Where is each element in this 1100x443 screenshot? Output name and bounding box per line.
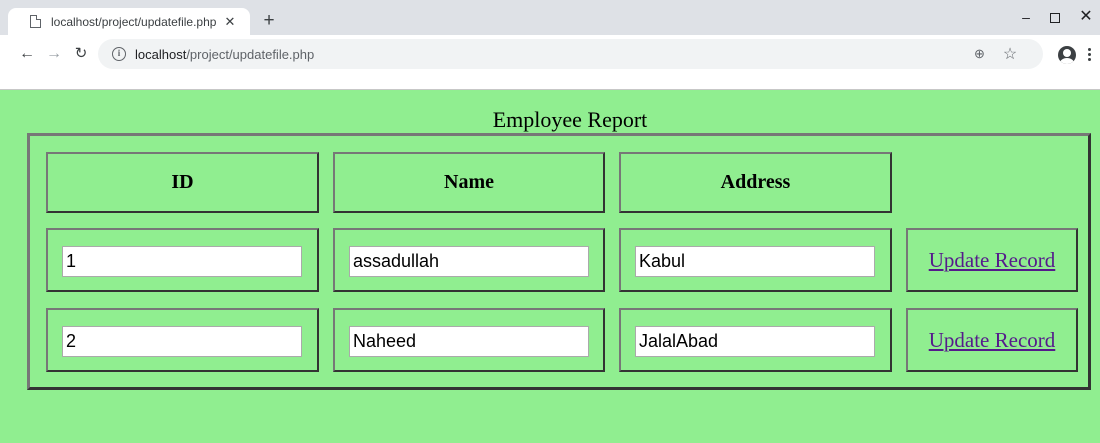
id-input[interactable] xyxy=(62,246,302,277)
employee-table: ID Name Address Update Record Update Rec… xyxy=(27,133,1091,390)
maximize-icon xyxy=(1050,13,1060,24)
table-cell xyxy=(619,308,892,372)
reload-icon[interactable]: ↻ xyxy=(70,43,92,65)
name-input[interactable] xyxy=(349,326,589,357)
table-cell xyxy=(46,308,319,372)
window-close-button[interactable]: ✕ xyxy=(1074,6,1098,28)
address-input[interactable] xyxy=(635,326,875,357)
name-input[interactable] xyxy=(349,246,589,277)
table-cell xyxy=(333,228,605,292)
update-record-link[interactable]: Update Record xyxy=(929,328,1056,353)
url-path: /project/updatefile.php xyxy=(186,46,315,62)
table-cell xyxy=(46,228,319,292)
header-address: Address xyxy=(619,152,892,213)
url-host: localhost xyxy=(135,46,187,62)
header-id: ID xyxy=(46,152,319,213)
tab-title: localhost/project/updatefile.php xyxy=(51,14,217,29)
maximize-button[interactable] xyxy=(1043,6,1067,28)
update-record-link[interactable]: Update Record xyxy=(929,248,1056,273)
account-icon[interactable] xyxy=(1058,46,1076,64)
table-cell: Update Record xyxy=(906,228,1078,292)
table-cell: Update Record xyxy=(906,308,1078,372)
toolbar-divider xyxy=(0,89,1100,90)
zoom-icon[interactable]: ⊕ xyxy=(974,46,990,62)
back-arrow-icon[interactable]: ← xyxy=(16,43,38,65)
address-bar[interactable]: i localhost/project/updatefile.php ⊕ ☆ xyxy=(98,39,1043,69)
close-icon[interactable]: ✕ xyxy=(222,14,238,30)
star-icon[interactable]: ☆ xyxy=(1001,44,1019,63)
menu-icon[interactable] xyxy=(1085,46,1093,64)
table-cell xyxy=(333,308,605,372)
url-text[interactable]: localhost/project/updatefile.php xyxy=(135,47,314,62)
forward-arrow-icon[interactable]: → xyxy=(43,43,65,65)
page-title: Employee Report xyxy=(492,107,648,132)
address-input[interactable] xyxy=(635,246,875,277)
header-name: Name xyxy=(333,152,605,213)
table-cell xyxy=(619,228,892,292)
document-icon xyxy=(30,15,41,28)
plus-icon[interactable]: + xyxy=(258,10,280,32)
browser-tab[interactable]: localhost/project/updatefile.php ✕ xyxy=(8,8,250,35)
id-input[interactable] xyxy=(62,326,302,357)
info-icon[interactable]: i xyxy=(112,47,126,61)
browser-toolbar: ← → ↻ i localhost/project/updatefile.php… xyxy=(0,35,1100,90)
minimize-button[interactable]: – xyxy=(1014,6,1038,28)
